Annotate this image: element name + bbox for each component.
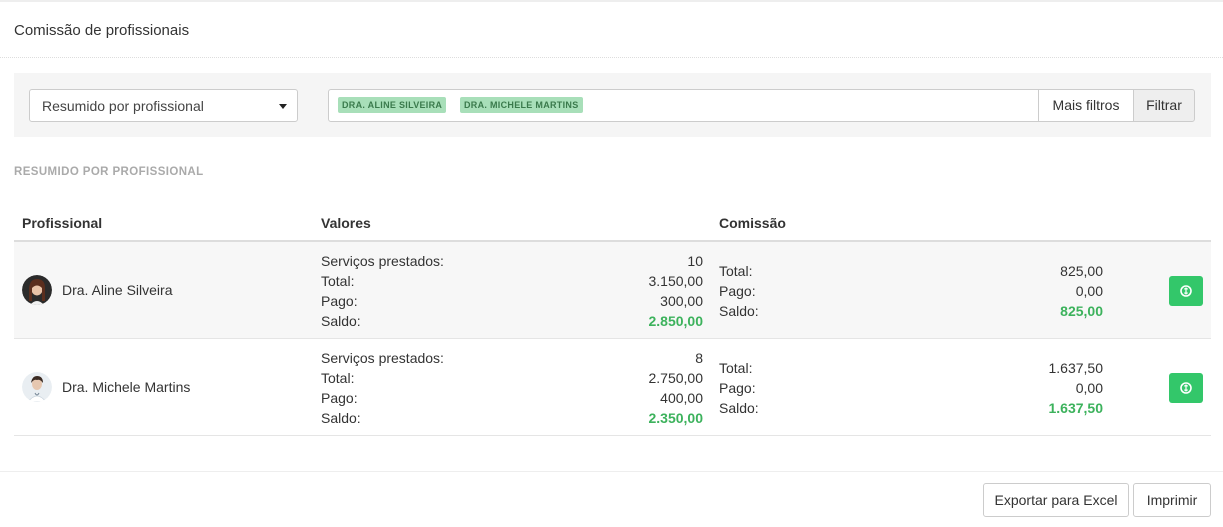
com-total-line: Total: 1.637,50 <box>719 358 1103 378</box>
pago-value: 300,00 <box>660 293 703 309</box>
com-saldo-value: 1.637,50 <box>1048 400 1104 416</box>
export-excel-button[interactable]: Exportar para Excel <box>983 483 1129 517</box>
page-title: Comissão de profissionais <box>14 22 190 39</box>
print-button[interactable]: Imprimir <box>1133 483 1211 517</box>
servicos-value: 10 <box>687 253 703 269</box>
saldo-label: Saldo: <box>719 400 759 416</box>
pago-label: Pago: <box>321 390 358 406</box>
page-header: Comissão de profissionais <box>0 0 1223 58</box>
com-total-value: 825,00 <box>1060 263 1103 279</box>
filter-tag[interactable]: DRA. ALINE SILVEIRA <box>338 97 447 113</box>
view-mode-select[interactable]: Resumido por profissional <box>29 89 298 122</box>
valores-block: Serviços prestados: 8 Total: 2.750,00 Pago… <box>321 348 703 428</box>
table-row: Dra. Michele Martins Serviços prestados:… <box>14 339 1211 436</box>
more-filters-button[interactable]: Mais filtros <box>1038 89 1134 122</box>
total-label: Total: <box>719 263 753 279</box>
pago-line: Pago: 400,00 <box>321 388 703 408</box>
saldo-line: Saldo: 2.850,00 <box>321 311 703 331</box>
section-label: RESUMIDO POR PROFISSIONAL <box>14 166 204 178</box>
total-label: Total: <box>321 370 355 386</box>
com-pago-value: 0,00 <box>1075 380 1103 396</box>
comissao-block: Total: 1.637,50 Pago: 0,00 Saldo: 1.637,50 <box>719 358 1103 418</box>
avatar <box>22 275 52 305</box>
table-row: Dra. Aline Silveira Serviços prestados: 1… <box>14 242 1211 339</box>
pago-label: Pago: <box>321 293 358 309</box>
total-line: Total: 3.150,00 <box>321 271 703 291</box>
filter-bar: Resumido por profissional DRA. ALINE SIL… <box>14 73 1211 137</box>
com-total-value: 1.637,50 <box>1048 360 1104 376</box>
view-mode-select-value: Resumido por profissional <box>42 98 204 114</box>
valores-block: Serviços prestados: 10 Total: 3.150,00 Pag… <box>321 251 703 331</box>
pago-label: Pago: <box>719 380 756 396</box>
saldo-label: Saldo: <box>321 313 361 329</box>
footer: Exportar para Excel Imprimir <box>0 471 1223 527</box>
pago-label: Pago: <box>719 283 756 299</box>
saldo-value: 2.350,00 <box>648 410 704 426</box>
money-icon <box>1180 382 1192 394</box>
caret-down-icon <box>279 104 287 109</box>
saldo-label: Saldo: <box>321 410 361 426</box>
servicos-line: Serviços prestados: 10 <box>321 251 703 271</box>
com-saldo-line: Saldo: 1.637,50 <box>719 398 1103 418</box>
professional-tags-input[interactable]: DRA. ALINE SILVEIRA DRA. MICHELE MARTINS <box>328 89 1039 122</box>
filter-button[interactable]: Filtrar <box>1133 89 1195 122</box>
pay-commission-button[interactable] <box>1169 373 1203 403</box>
com-total-line: Total: 825,00 <box>719 261 1103 281</box>
pay-commission-button[interactable] <box>1169 276 1203 306</box>
com-pago-value: 0,00 <box>1075 283 1103 299</box>
table-header: Profissional Valores Comissão <box>14 202 1211 242</box>
total-line: Total: 2.750,00 <box>321 368 703 388</box>
pago-line: Pago: 300,00 <box>321 291 703 311</box>
servicos-label: Serviços prestados: <box>321 253 444 269</box>
header-valores: Valores <box>321 215 371 231</box>
header-comissao: Comissão <box>719 215 786 231</box>
avatar <box>22 372 52 402</box>
saldo-value: 2.850,00 <box>648 313 704 329</box>
total-label: Total: <box>321 273 355 289</box>
servicos-line: Serviços prestados: 8 <box>321 348 703 368</box>
pago-value: 400,00 <box>660 390 703 406</box>
professional-name[interactable]: Dra. Michele Martins <box>62 379 190 395</box>
servicos-label: Serviços prestados: <box>321 350 444 366</box>
header-profissional: Profissional <box>22 215 103 231</box>
saldo-line: Saldo: 2.350,00 <box>321 408 703 428</box>
total-label: Total: <box>719 360 753 376</box>
comissao-block: Total: 825,00 Pago: 0,00 Saldo: 825,00 <box>719 261 1103 321</box>
professional-name[interactable]: Dra. Aline Silveira <box>62 282 173 298</box>
com-pago-line: Pago: 0,00 <box>719 378 1103 398</box>
com-saldo-line: Saldo: 825,00 <box>719 301 1103 321</box>
com-saldo-value: 825,00 <box>1060 303 1103 319</box>
filter-tag[interactable]: DRA. MICHELE MARTINS <box>460 97 583 113</box>
money-icon <box>1180 285 1192 297</box>
saldo-label: Saldo: <box>719 303 759 319</box>
servicos-value: 8 <box>695 350 703 366</box>
total-value: 3.150,00 <box>648 273 704 289</box>
commission-table: Profissional Valores Comissão Dra. Aline… <box>14 202 1211 436</box>
com-pago-line: Pago: 0,00 <box>719 281 1103 301</box>
total-value: 2.750,00 <box>648 370 704 386</box>
